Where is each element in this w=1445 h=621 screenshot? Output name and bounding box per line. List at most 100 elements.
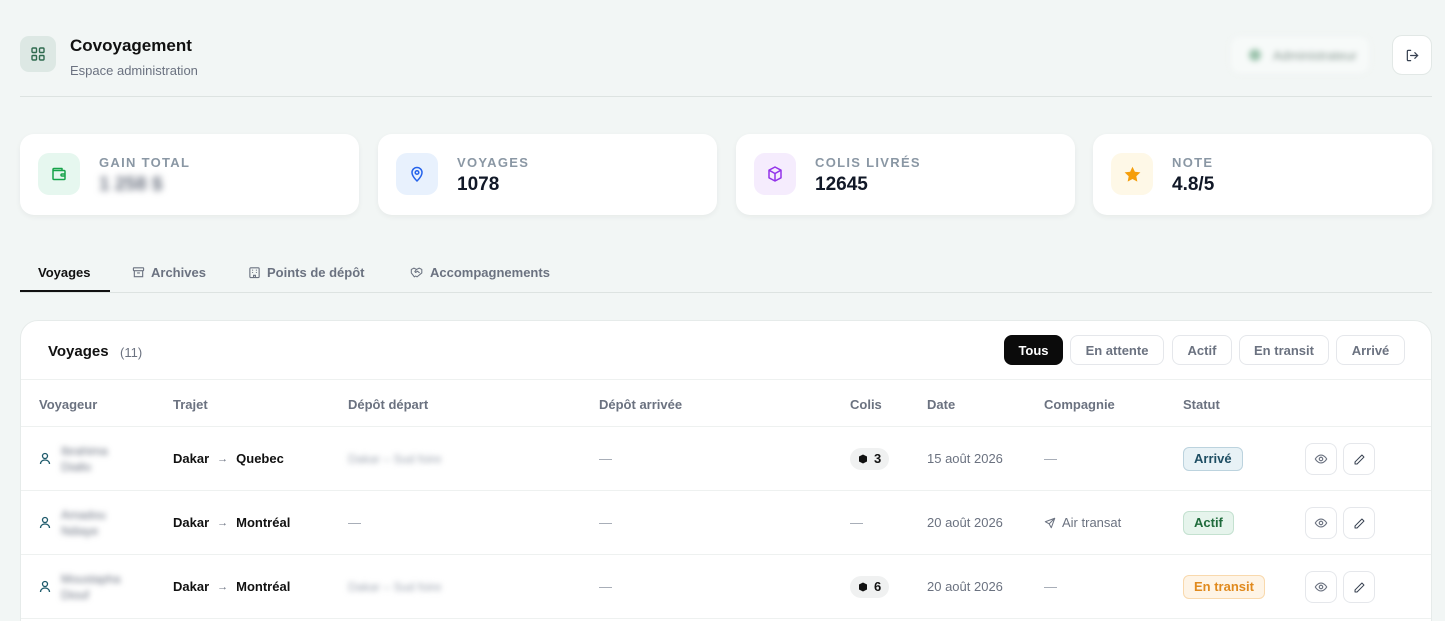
date: 20 août 2026 <box>927 579 1003 594</box>
logout-button[interactable] <box>1392 35 1432 75</box>
status-badge: Actif <box>1183 510 1234 535</box>
avatar <box>1249 49 1261 61</box>
edit-button[interactable] <box>1343 507 1375 539</box>
compagnie: — <box>1044 579 1057 594</box>
date: 20 août 2026 <box>927 515 1003 530</box>
depot-arrivee: — <box>599 579 612 594</box>
pencil-icon <box>1354 582 1364 592</box>
stat-label: NOTE <box>1172 155 1214 170</box>
route: Dakar → Montréal <box>173 555 290 618</box>
handshake-icon <box>410 267 423 278</box>
user-icon <box>39 580 51 593</box>
stat-value: 1 258 $ <box>99 174 163 195</box>
depot-arrivee: — <box>599 515 612 530</box>
user-icon <box>39 452 51 465</box>
user-icon <box>39 516 51 529</box>
status-badge: Arrivé <box>1183 446 1243 471</box>
colis-badge: 3 <box>850 447 890 470</box>
view-button[interactable] <box>1305 507 1337 539</box>
active-tab-indicator <box>20 290 110 292</box>
package-icon <box>859 582 867 591</box>
depot-depart: Dakar – Sud foire <box>348 451 442 466</box>
map-pin-icon <box>396 153 438 195</box>
tab-label: Archives <box>151 265 206 280</box>
route-to: Montréal <box>236 515 291 530</box>
route-from: Dakar <box>173 451 210 466</box>
route: Dakar → Montréal <box>173 491 290 554</box>
route-from: Dakar <box>173 515 210 530</box>
traveler-name: Amadou Ndiaye <box>61 508 106 538</box>
stat-value: 12645 <box>815 174 868 195</box>
pencil-icon <box>1354 454 1364 464</box>
col-header-depot-arrivee: Dépôt arrivée <box>599 397 683 412</box>
app-title: Covoyagement <box>70 36 192 55</box>
stat-card-colis: COLIS LIVRÉS 12645 <box>736 134 1075 215</box>
filter-en-transit[interactable]: En transit <box>1239 335 1329 365</box>
table-row: Amadou Ndiaye Dakar → Montréal — — — 20 … <box>21 491 1431 555</box>
status-cell: Actif <box>1183 491 1234 554</box>
building-icon <box>249 267 260 279</box>
view-button[interactable] <box>1305 571 1337 603</box>
user-name: Administrateur <box>1273 47 1357 63</box>
star-icon <box>1111 153 1153 195</box>
route-to: Quebec <box>236 451 284 466</box>
edit-button[interactable] <box>1343 571 1375 603</box>
divider <box>21 379 1431 380</box>
voyages-card: Voyages (11) Tous En attente Actif En tr… <box>20 320 1432 621</box>
stat-card-gain: GAIN TOTAL 1 258 $ <box>20 134 359 215</box>
tab-points-depot[interactable]: Points de dépôt <box>248 265 365 280</box>
compagnie-cell: Air transat <box>1044 491 1121 554</box>
tab-label: Voyages <box>38 265 91 280</box>
filter-arrive[interactable]: Arrivé <box>1336 335 1405 365</box>
col-header-statut: Statut <box>1183 397 1220 412</box>
tab-archives[interactable]: Archives <box>132 265 206 280</box>
app-subtitle: Espace administration <box>70 63 198 78</box>
traveler-name: Ibrahima Diallo <box>61 444 108 474</box>
tab-label: Accompagnements <box>430 265 550 280</box>
tab-bar: Voyages Archives Points de dépôt Accompa… <box>20 255 1432 293</box>
route: Dakar → Quebec <box>173 427 284 490</box>
eye-icon <box>1314 582 1328 592</box>
plane-icon <box>1044 517 1056 528</box>
archive-icon <box>132 267 145 278</box>
depot-depart: — <box>348 515 361 530</box>
user-menu[interactable]: Administrateur <box>1230 36 1370 74</box>
col-header-trajet: Trajet <box>173 397 208 412</box>
card-count: (11) <box>120 345 143 360</box>
colis-badge: 6 <box>850 575 890 598</box>
depot-depart: Dakar – Sud foire <box>348 579 442 594</box>
filter-tous[interactable]: Tous <box>1004 335 1063 365</box>
status-cell: En transit <box>1183 555 1265 618</box>
tab-accompagnements[interactable]: Accompagnements <box>410 265 550 280</box>
colis-cell: 3 <box>850 427 890 490</box>
stat-label: GAIN TOTAL <box>99 155 191 170</box>
stat-value: 1078 <box>457 174 500 195</box>
status-cell: Arrivé <box>1183 427 1243 490</box>
app-header: Covoyagement Espace administration Admin… <box>20 34 1432 97</box>
stat-label: COLIS LIVRÉS <box>815 155 921 170</box>
table-row: Moustapha Diouf Dakar → Montréal Dakar –… <box>21 555 1431 619</box>
view-button[interactable] <box>1305 443 1337 475</box>
arrow-right-icon: → <box>217 580 229 593</box>
card-title: Voyages <box>48 343 109 360</box>
colis-count: 6 <box>874 579 882 594</box>
stat-value: 4.8/5 <box>1172 174 1215 195</box>
col-header-voyageur: Voyageur <box>39 397 98 412</box>
stat-label: VOYAGES <box>457 155 530 170</box>
stat-card-note: NOTE 4.8/5 <box>1093 134 1432 215</box>
edit-button[interactable] <box>1343 443 1375 475</box>
compagnie: Air transat <box>1062 515 1122 530</box>
date: 15 août 2026 <box>927 451 1003 466</box>
wallet-icon <box>38 153 80 195</box>
col-header-depot-depart: Dépôt départ <box>348 397 429 412</box>
traveler-name: Moustapha Diouf <box>61 572 121 602</box>
arrow-right-icon: → <box>217 452 229 465</box>
stat-card-voyages: VOYAGES 1078 <box>378 134 717 215</box>
status-badge: En transit <box>1183 574 1265 599</box>
colis-cell: 6 <box>850 555 890 618</box>
filter-en-attente[interactable]: En attente <box>1070 335 1164 365</box>
filter-actif[interactable]: Actif <box>1172 335 1232 365</box>
tab-voyages[interactable]: Voyages <box>38 265 91 280</box>
logout-icon <box>1406 49 1418 61</box>
depot-arrivee: — <box>599 451 612 466</box>
